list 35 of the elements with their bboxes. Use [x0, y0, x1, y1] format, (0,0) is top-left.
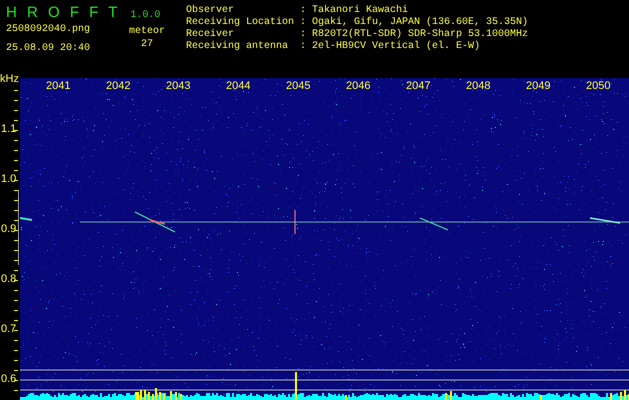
meteor-count: 27	[140, 38, 153, 51]
frequency-label: 0.9	[1, 223, 16, 235]
time-label: 2050	[586, 80, 610, 92]
info-label: Receiver	[186, 29, 236, 40]
time-label: 2042	[106, 80, 130, 92]
time-label: 2044	[226, 80, 250, 92]
info-label: Receiving antenna	[186, 41, 290, 53]
info-separator: :	[300, 29, 308, 41]
frequency-label: 0.6	[1, 373, 16, 385]
meteor-label: meteor	[128, 25, 165, 38]
time-label: 2046	[346, 80, 370, 92]
info-value: Ogaki, Gifu, JAPAN (136.60E, 35.35N)	[312, 17, 528, 28]
time-label: 2049	[526, 80, 550, 92]
time-label: 2047	[406, 80, 430, 92]
frequency-label: 0.7	[1, 323, 16, 335]
time-label: 2043	[166, 80, 190, 92]
app-name: H R O F F T	[6, 4, 120, 21]
info-separator: :	[300, 41, 308, 53]
info-label: Observer	[186, 5, 236, 16]
info-separator: :	[300, 17, 308, 29]
time-label: 2045	[286, 80, 310, 92]
app-version: 1.0.0	[130, 10, 160, 21]
info-value: R820T2(RTL-SDR) SDR-Sharp 53.1000MHz	[312, 29, 528, 40]
file-name: 2508092040.png	[6, 24, 92, 35]
info-value: Takanori Kawachi	[312, 5, 408, 16]
time-label: 2041	[46, 80, 70, 92]
info-value: 2el-HB9CV Vertical (el. E-W)	[312, 41, 480, 53]
time-label: 2048	[466, 80, 490, 92]
timestamp: 25.08.09 20:40	[6, 43, 92, 54]
frequency-label: 1.1	[1, 123, 16, 135]
info-separator: :	[300, 5, 308, 17]
axis-unit: kHz	[0, 73, 19, 85]
frequency-label: 0.8	[1, 273, 16, 285]
frequency-label: 1.0	[1, 173, 16, 185]
info-label: Receiving Location	[186, 17, 296, 28]
